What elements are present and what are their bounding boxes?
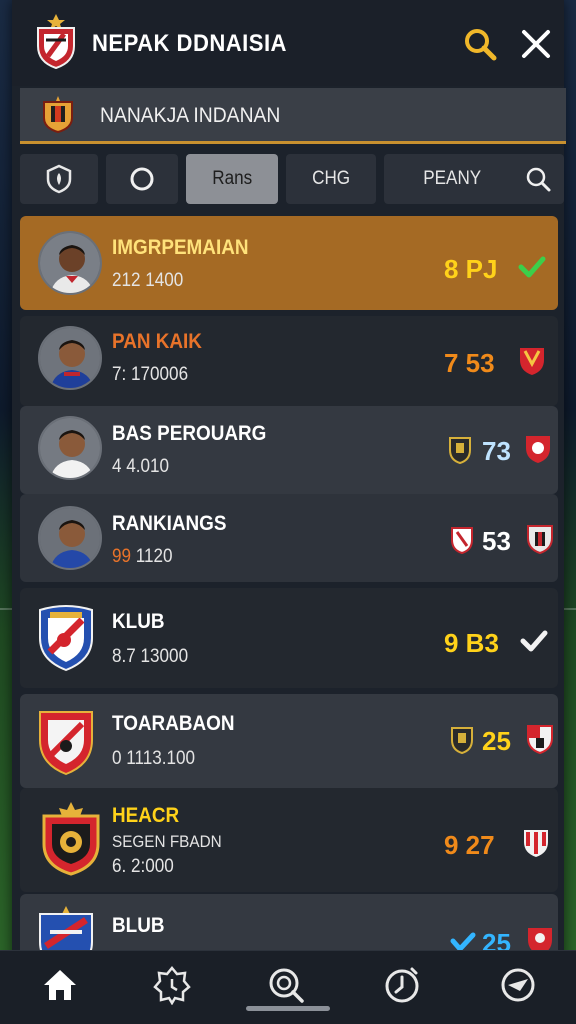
tab-label: CHG (311, 168, 350, 189)
list-item[interactable]: IMGRPEMAIAN 212 1400 8 PJ (20, 216, 558, 310)
avatar (38, 326, 102, 390)
stat-value: 1120 (135, 546, 173, 567)
club-subname: SEGEN FBADN (112, 832, 222, 851)
club-name: HEACR (112, 804, 180, 827)
avatar (38, 231, 102, 295)
score-value: 8 PJ (444, 254, 498, 284)
filter-tabs: Rans CHG PEANY (20, 154, 566, 204)
list-item[interactable]: TOARABAON 0 1113.100 25 (20, 694, 558, 788)
home-indicator[interactable] (246, 1006, 330, 1011)
tab-label: PEANY (423, 168, 482, 189)
club-crest-icon (451, 527, 473, 554)
timer-icon[interactable] (382, 965, 422, 1005)
player-stat: 212 1400 (112, 270, 184, 291)
club-stat: 8.7 13000 (112, 646, 189, 667)
league-crest-icon (43, 96, 73, 134)
compass-icon[interactable] (498, 965, 538, 1005)
player-stat: 99 1120 (112, 546, 173, 568)
avatar (38, 506, 102, 570)
avatar (38, 416, 102, 480)
check-icon (520, 630, 548, 652)
club-logo-icon (37, 14, 75, 70)
score-value: 9 B3 (444, 628, 499, 658)
club-stat: 6. 2:000 (112, 856, 174, 877)
badge-icon[interactable] (152, 965, 192, 1005)
shield-icon (46, 164, 72, 194)
search-icon[interactable] (462, 26, 498, 62)
tab-chg[interactable]: CHG (286, 154, 376, 204)
club-crest-icon (39, 605, 93, 672)
shield-badge-icon (526, 436, 550, 463)
score-value: 25 (482, 726, 511, 756)
shield-badge-icon (520, 348, 544, 375)
tab-rans[interactable]: Rans (186, 154, 278, 204)
search-icon[interactable] (266, 965, 306, 1005)
search-icon[interactable] (524, 165, 552, 193)
bottom-nav (0, 950, 576, 1024)
player-name: IMGRPEMAIAN (112, 236, 249, 259)
league-title: NANAKJA INDANAN (100, 104, 281, 127)
score-value: 53 (482, 526, 511, 556)
score-value: 73 (482, 436, 511, 466)
list-item[interactable]: RANKIANGS 99 1120 53 (20, 494, 558, 582)
circle-icon (130, 167, 154, 191)
club-crest-icon (39, 711, 93, 776)
shield-badge-icon (527, 525, 553, 554)
shield-badge-icon (524, 830, 548, 857)
league-bar[interactable]: NANAKJA INDANAN (20, 88, 566, 144)
list-item[interactable]: BAS PEROUARG 4 4.010 73 (20, 406, 558, 494)
club-name: TOARABAON (112, 712, 235, 735)
player-stat: 7: 170006 (112, 364, 189, 385)
player-stat: 4 4.010 (112, 456, 170, 477)
home-icon[interactable] (40, 965, 80, 1005)
shield-badge-icon (527, 725, 553, 754)
check-icon (518, 256, 546, 278)
tab-label: Rans (212, 168, 252, 189)
player-name: PAN KAIK (112, 330, 202, 353)
player-name: RANKIANGS (112, 512, 227, 535)
close-icon[interactable] (518, 26, 554, 62)
list-item[interactable]: HEACR SEGEN FBADN 6. 2:000 9 27 (20, 788, 558, 892)
club-crest-icon (451, 727, 473, 754)
stat-prefix: 99 (112, 546, 132, 567)
app-panel: NEPAK DDNAISIA NANAKJA INDANAN Rans CHG … (12, 0, 566, 1024)
player-name: BAS PEROUARG (112, 422, 267, 445)
app-header: NEPAK DDNAISIA (12, 0, 564, 86)
club-stat: 0 1113.100 (112, 748, 196, 769)
list-item[interactable]: KLUB 8.7 13000 9 B3 (20, 588, 558, 688)
club-crest-icon (42, 802, 100, 876)
club-crest-icon (449, 437, 471, 464)
score-value: 7 53 (444, 348, 495, 378)
list-item[interactable]: PAN KAIK 7: 170006 7 53 (20, 316, 558, 406)
tab-circle[interactable] (106, 154, 178, 204)
club-name: KLUB (112, 610, 165, 633)
tab-club[interactable] (20, 154, 98, 204)
score-value: 9 27 (444, 830, 495, 860)
app-title: NEPAK DDNAISIA (92, 30, 287, 57)
club-name: BLUB (112, 914, 165, 937)
tab-peany[interactable]: PEANY (384, 154, 564, 204)
